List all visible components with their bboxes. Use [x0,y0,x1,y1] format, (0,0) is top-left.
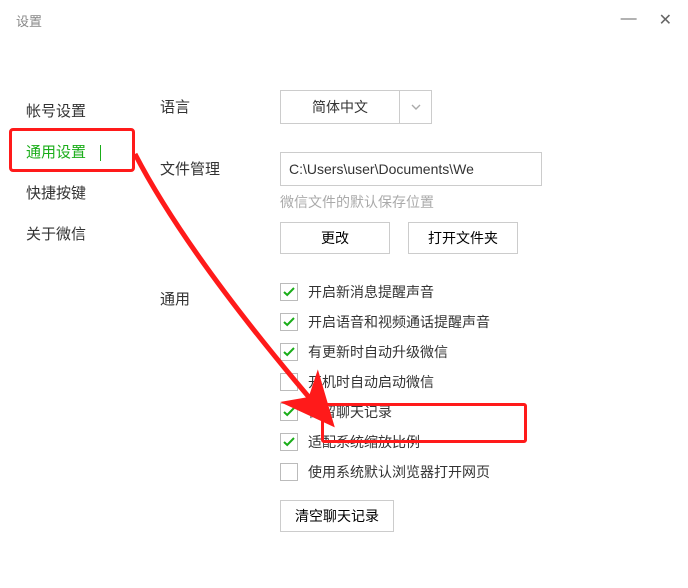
general-label: 通用 [160,282,280,532]
checkbox-icon[interactable] [280,343,298,361]
general-checks: 开启新消息提醒声音开启语音和视频通话提醒声音有更新时自动升级微信开机时自动启动微… [280,282,658,482]
check-label: 开启语音和视频通话提醒声音 [308,312,490,332]
file-path-hint: 微信文件的默认保存位置 [280,192,658,212]
close-icon[interactable]: ✕ [659,10,672,30]
check-item[interactable]: 保留聊天记录 [280,402,658,422]
check-label: 开机时自动启动微信 [308,372,434,392]
row-language: 语言 简体中文 [160,90,658,124]
chevron-down-icon [399,91,431,123]
main-panel: 语言 简体中文 文件管理 微信文件的默认保存位置 更改 打开文件夹 [160,90,688,560]
check-item[interactable]: 开机时自动启动微信 [280,372,658,392]
file-path-input[interactable] [280,152,542,186]
text-cursor-icon [100,145,101,161]
sidebar-item-shortcuts[interactable]: 快捷按键 [18,172,160,213]
checkbox-icon[interactable] [280,283,298,301]
clear-history-button[interactable]: 清空聊天记录 [280,500,394,532]
check-label: 使用系统默认浏览器打开网页 [308,462,490,482]
check-label: 开启新消息提醒声音 [308,282,434,302]
content: 帐号设置 通用设置 快捷按键 关于微信 语言 简体中文 文件管理 [0,40,688,560]
checkbox-icon[interactable] [280,433,298,451]
sidebar-item-label: 帐号设置 [26,103,86,120]
language-select[interactable]: 简体中文 [280,90,432,124]
titlebar: 设置 — ✕ [0,0,688,40]
check-item[interactable]: 使用系统默认浏览器打开网页 [280,462,658,482]
language-label: 语言 [160,90,280,124]
check-label: 保留聊天记录 [308,402,392,422]
sidebar-item-label: 通用设置 [26,144,86,161]
check-item[interactable]: 适配系统缩放比例 [280,432,658,452]
check-item[interactable]: 有更新时自动升级微信 [280,342,658,362]
checkbox-icon[interactable] [280,403,298,421]
file-management-label: 文件管理 [160,152,280,254]
checkbox-icon[interactable] [280,463,298,481]
checkbox-icon[interactable] [280,313,298,331]
check-label: 有更新时自动升级微信 [308,342,448,362]
check-item[interactable]: 开启语音和视频通话提醒声音 [280,312,658,332]
sidebar: 帐号设置 通用设置 快捷按键 关于微信 [0,90,160,560]
window-title: 设置 [16,11,42,30]
row-general: 通用 开启新消息提醒声音开启语音和视频通话提醒声音有更新时自动升级微信开机时自动… [160,282,658,532]
sidebar-item-account[interactable]: 帐号设置 [18,90,160,131]
sidebar-item-label: 关于微信 [26,226,86,243]
window-controls: — ✕ [621,10,672,30]
row-file-management: 文件管理 微信文件的默认保存位置 更改 打开文件夹 [160,152,658,254]
change-path-button[interactable]: 更改 [280,222,390,254]
open-folder-button[interactable]: 打开文件夹 [408,222,518,254]
sidebar-item-about[interactable]: 关于微信 [18,213,160,254]
sidebar-item-general-settings[interactable]: 通用设置 [18,131,160,172]
check-label: 适配系统缩放比例 [308,432,420,452]
check-item[interactable]: 开启新消息提醒声音 [280,282,658,302]
sidebar-item-label: 快捷按键 [26,185,86,202]
language-select-value: 简体中文 [281,91,399,123]
minimize-icon[interactable]: — [621,10,637,30]
checkbox-icon[interactable] [280,373,298,391]
